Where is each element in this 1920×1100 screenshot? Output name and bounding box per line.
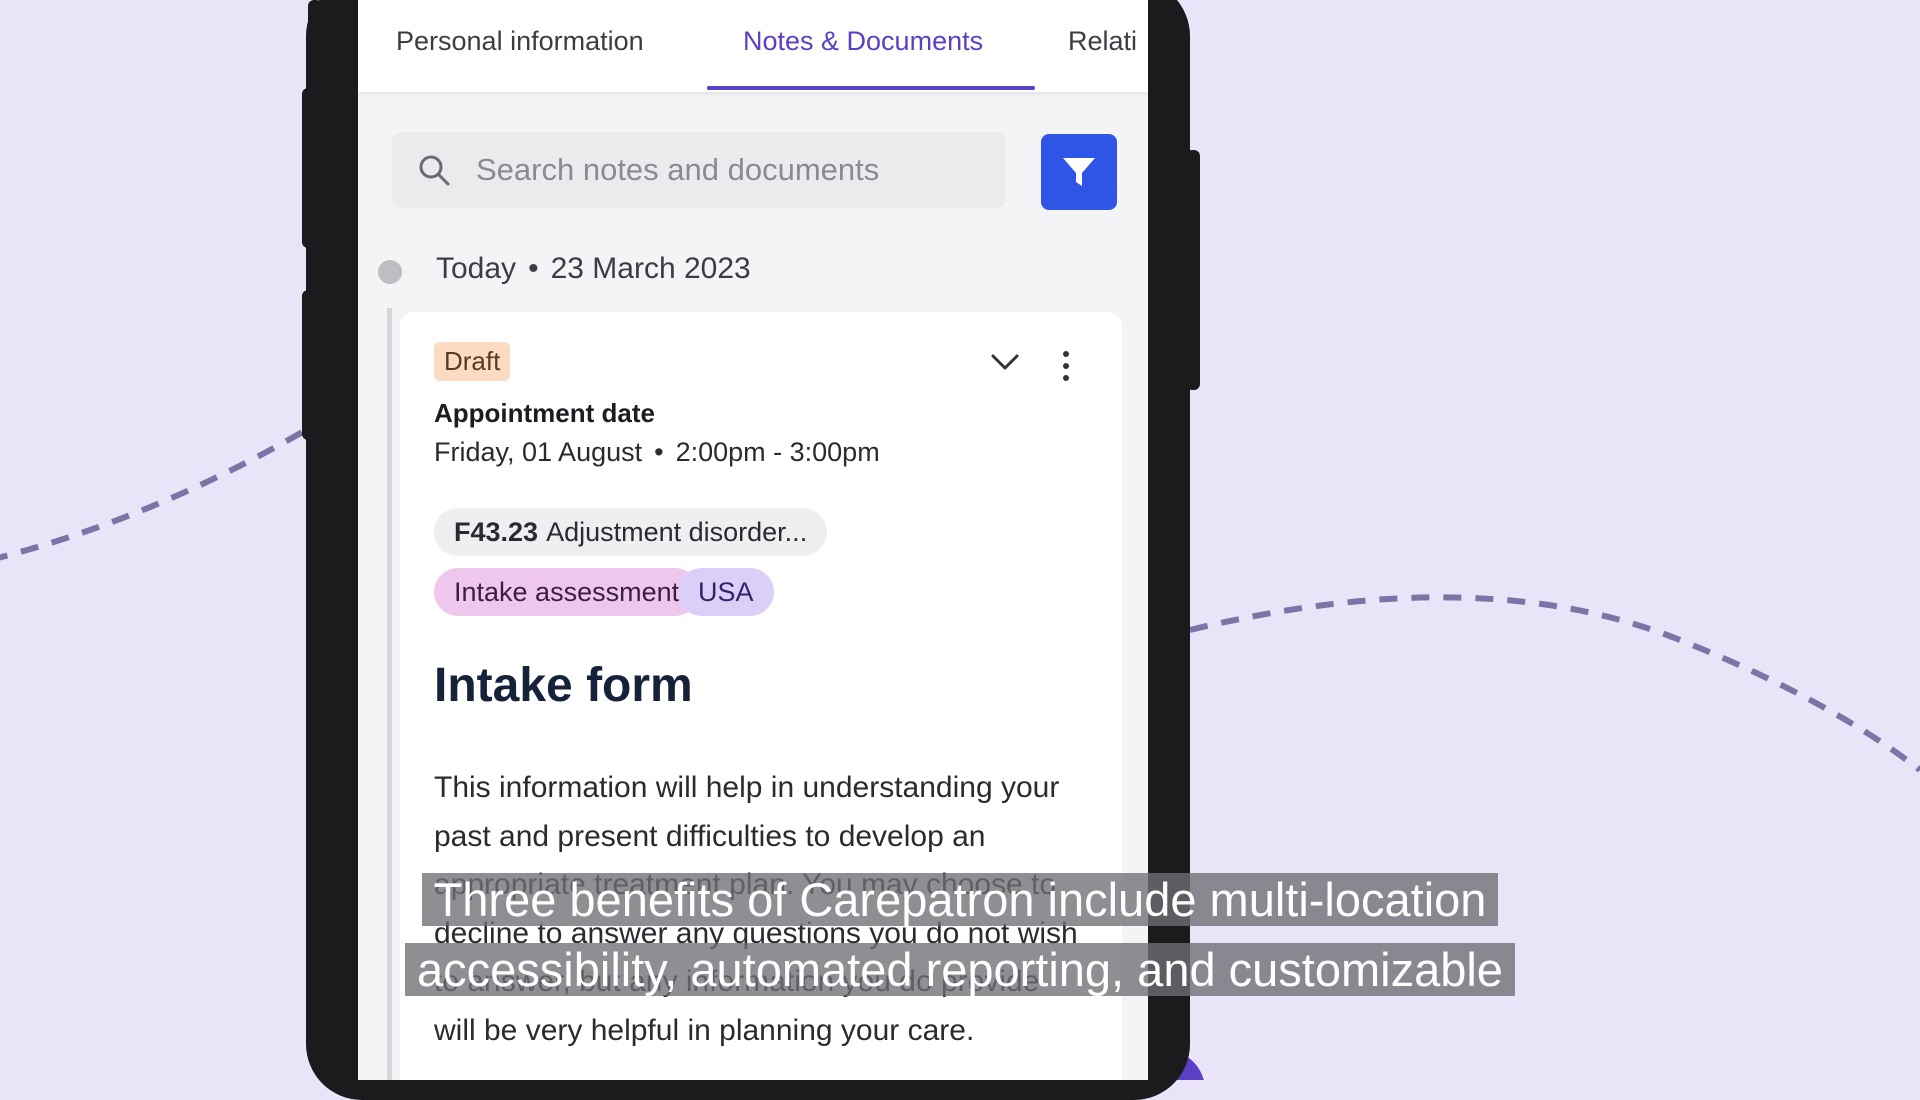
separator-dot: • bbox=[654, 437, 664, 467]
separator-dot: • bbox=[528, 252, 539, 285]
phone-side-button bbox=[308, 0, 322, 28]
caption-text: Three benefits of Carepatron include mul… bbox=[405, 873, 1515, 996]
filter-button[interactable] bbox=[1041, 134, 1117, 210]
diagnosis-name: Adjustment disorder... bbox=[546, 517, 808, 547]
tab-notes-documents[interactable]: Notes & Documents bbox=[743, 26, 983, 57]
video-caption: Three benefits of Carepatron include mul… bbox=[348, 865, 1572, 1005]
diagnosis-chip[interactable]: F43.23 Adjustment disorder... bbox=[434, 508, 828, 556]
phone-volume-up-button bbox=[302, 88, 316, 248]
tag-usa[interactable]: USA bbox=[678, 568, 774, 616]
diagnosis-code: F43.23 bbox=[454, 517, 539, 547]
phone-volume-down-button bbox=[302, 290, 316, 440]
appointment-date-value: Friday, 01 August • 2:00pm - 3:00pm bbox=[434, 437, 880, 468]
form-title: Intake form bbox=[434, 659, 693, 712]
appointment-day: Friday, 01 August bbox=[434, 437, 643, 467]
phone-power-button bbox=[1186, 150, 1200, 390]
tab-bar: Personal information Notes & Documents R… bbox=[358, 0, 1148, 92]
timeline-dot bbox=[378, 260, 402, 284]
timeline-day-label: Today bbox=[436, 252, 517, 285]
more-vertical-icon[interactable] bbox=[1060, 350, 1072, 382]
chevron-down-icon[interactable] bbox=[990, 352, 1020, 372]
filter-icon bbox=[1063, 158, 1095, 186]
appointment-date-label: Appointment date bbox=[434, 398, 655, 428]
appointment-time: 2:00pm - 3:00pm bbox=[675, 437, 880, 467]
search-icon bbox=[419, 155, 450, 186]
search-placeholder: Search notes and documents bbox=[476, 152, 880, 187]
status-badge: Draft bbox=[434, 342, 511, 381]
tab-personal-information[interactable]: Personal information bbox=[396, 26, 644, 57]
active-tab-indicator bbox=[707, 86, 1035, 90]
timeline-date-value: 23 March 2023 bbox=[550, 252, 751, 285]
tab-relationships[interactable]: Relati bbox=[1068, 26, 1137, 57]
timeline-date: Today • 23 March 2023 bbox=[436, 252, 751, 286]
tag-intake-assessment[interactable]: Intake assessment bbox=[434, 568, 700, 616]
search-input[interactable]: Search notes and documents bbox=[392, 132, 1006, 208]
